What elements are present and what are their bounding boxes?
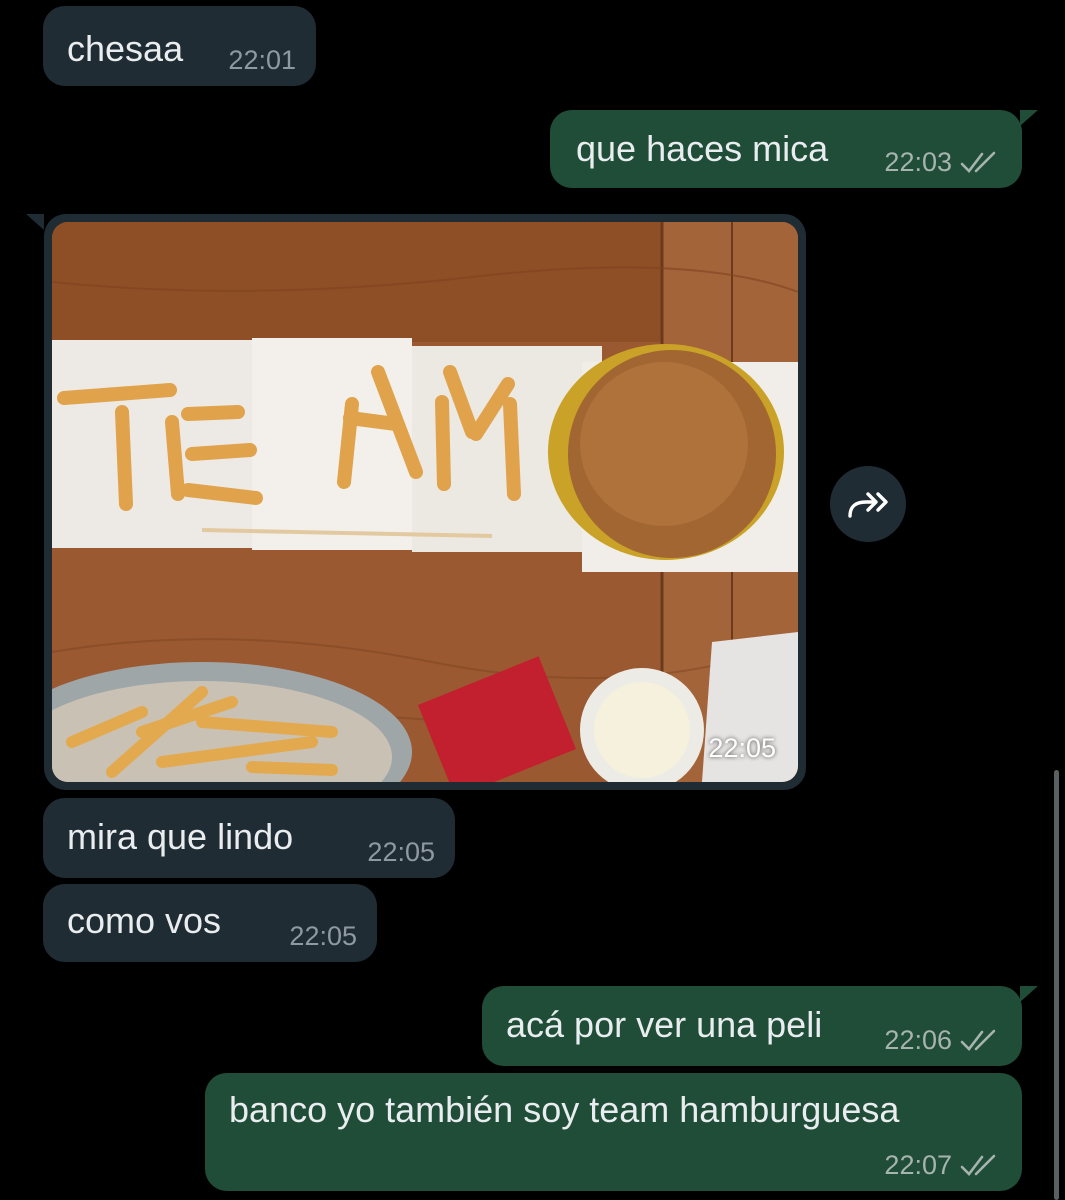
- message-time: 22:06: [884, 1025, 952, 1055]
- message-time: 22:07: [884, 1150, 952, 1180]
- message-text: que haces mica: [576, 128, 829, 169]
- double-check-icon: [960, 1029, 996, 1051]
- message-meta: 22:07: [884, 1150, 1000, 1181]
- message-time: 22:05: [708, 733, 776, 763]
- message-bubble-incoming[interactable]: mira que lindo 22:05: [43, 798, 455, 878]
- message-meta: 22:03: [884, 147, 1000, 178]
- message-time: 22:03: [884, 147, 952, 177]
- message-text: como vos: [67, 900, 222, 941]
- message-time: 22:01: [228, 45, 296, 75]
- bubble-tail: [26, 214, 44, 230]
- photo-burger-fries[interactable]: 22:05: [52, 222, 798, 782]
- double-check-icon: [960, 1154, 996, 1176]
- message-text: banco yo también soy team hamburguesa: [229, 1089, 900, 1130]
- message-bubble-outgoing[interactable]: que haces mica 22:03: [550, 110, 1038, 188]
- message-text: acá por ver una peli: [506, 1004, 823, 1045]
- message-bubble-outgoing[interactable]: acá por ver una peli 22:06: [482, 986, 1038, 1066]
- message-meta: 22:06: [884, 1025, 1000, 1056]
- double-check-icon: [960, 151, 996, 173]
- bubble-tail: [1020, 986, 1038, 1002]
- message-time: 22:05: [289, 921, 357, 951]
- message-text: chesaa: [67, 28, 184, 69]
- scrollbar[interactable]: [1054, 770, 1059, 1200]
- message-bubble-incoming[interactable]: chesaa 22:01: [43, 6, 316, 86]
- forward-icon: [848, 492, 888, 518]
- image-message-bubble[interactable]: 22:05: [26, 214, 806, 790]
- message-time: 22:05: [367, 837, 435, 867]
- bubble-tail: [1020, 110, 1038, 126]
- message-bubble-outgoing[interactable]: banco yo también soy team hamburguesa 22…: [205, 1073, 1022, 1191]
- forward-button[interactable]: [830, 466, 906, 542]
- message-text: mira que lindo: [67, 816, 294, 857]
- message-bubble-incoming[interactable]: como vos 22:05: [43, 884, 377, 962]
